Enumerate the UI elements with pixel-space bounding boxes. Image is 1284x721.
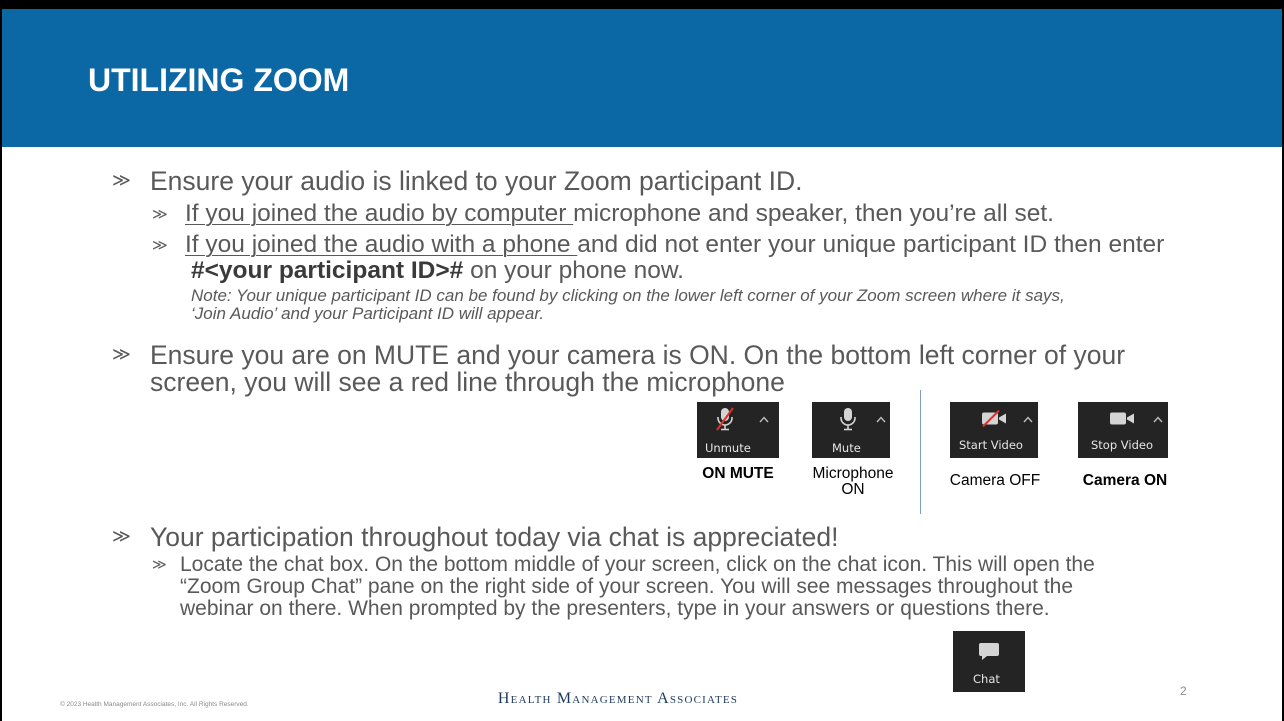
bullet-marker: ≫	[112, 170, 131, 191]
note-line-1: Note: Your unique participant ID can be …	[191, 286, 1065, 305]
start-video-label: Start Video	[959, 438, 1023, 452]
microphone-on-caption-line-1: Microphone	[812, 465, 894, 482]
stop-video-label: Stop Video	[1091, 438, 1154, 452]
participant-id-suffix: on your phone now.	[463, 257, 684, 284]
camera-off-caption: Camera OFF	[949, 472, 1041, 489]
chevron-up-icon	[876, 416, 886, 423]
chevron-up-icon	[759, 416, 769, 423]
bullet-marker: ≫	[112, 344, 131, 365]
chat-label: Chat	[973, 672, 1000, 686]
computer-audio-underlined: If you joined the audio by computer	[185, 200, 574, 227]
chat-icon	[979, 643, 999, 660]
unmute-button-image: Unmute	[697, 402, 779, 458]
mute-button-image: Mute	[812, 402, 890, 458]
brand-wordmark: Health Management Associates	[497, 690, 739, 707]
participant-id-instruction: #<your participant ID># on your phone no…	[191, 258, 684, 284]
chat-bullet: Your participation throughout today via …	[150, 522, 839, 552]
phone-audio-underlined: If you joined the audio with a phone	[185, 231, 578, 258]
slide-border-top	[0, 0, 1284, 9]
chat-sub-bullet-line-3: webinar on there. When prompted by the p…	[180, 597, 1050, 620]
chevron-up-icon	[1023, 416, 1033, 423]
computer-audio-rest: microphone and speaker, then you’re all …	[573, 200, 1054, 227]
bullet-marker: ≫	[112, 526, 131, 547]
sub-bullet-marker: ≫	[152, 205, 168, 223]
video-off-icon	[982, 410, 1006, 427]
unmute-label: Unmute	[705, 441, 751, 455]
copyright-notice: © 2023 Health Management Associates, Inc…	[60, 701, 249, 708]
chat-button-image: Chat	[953, 631, 1025, 692]
title-banner: UTILIZING ZOOM	[2, 9, 1282, 147]
slide-title: UTILIZING ZOOM	[88, 62, 350, 98]
microphone-on-caption-line-2: ON	[841, 481, 865, 498]
phone-audio-sub-bullet: If you joined the audio with a phone and…	[185, 232, 1164, 258]
audio-bullet: Ensure your audio is linked to your Zoom…	[150, 166, 803, 196]
mute-bullet-line-2: screen, you will see a red line through …	[150, 367, 785, 397]
phone-audio-rest: and did not enter your unique participan…	[577, 231, 1165, 258]
sub-bullet-marker: ≫	[152, 557, 167, 573]
slide: UTILIZING ZOOM ≫ Ensure your audio is li…	[0, 0, 1284, 721]
chevron-up-icon	[1153, 416, 1163, 423]
sub-bullet-marker: ≫	[152, 236, 168, 254]
on-mute-caption: ON MUTE	[702, 465, 774, 482]
start-video-button-image: Start Video	[950, 402, 1038, 458]
stop-video-button-image: Stop Video	[1078, 402, 1168, 458]
chat-sub-bullet-line-1: Locate the chat box. On the bottom middl…	[180, 553, 1095, 576]
microphone-muted-icon	[716, 407, 734, 431]
microphone-icon	[840, 408, 856, 431]
note-line-2: ‘Join Audio’ and your Participant ID wil…	[191, 304, 545, 323]
mute-bullet-line-1: Ensure you are on MUTE and your camera i…	[150, 340, 1126, 370]
camera-on-caption: Camera ON	[1082, 472, 1168, 489]
chat-sub-bullet-line-2: “Zoom Group Chat” pane on the right side…	[180, 575, 1074, 598]
computer-audio-sub-bullet: If you joined the audio by computer micr…	[185, 201, 1054, 227]
video-icon	[1110, 412, 1134, 425]
vertical-divider	[920, 390, 921, 514]
participant-id-code: #<your participant ID>#	[191, 257, 464, 284]
page-number: 2	[1180, 684, 1187, 698]
mute-label: Mute	[832, 441, 861, 455]
